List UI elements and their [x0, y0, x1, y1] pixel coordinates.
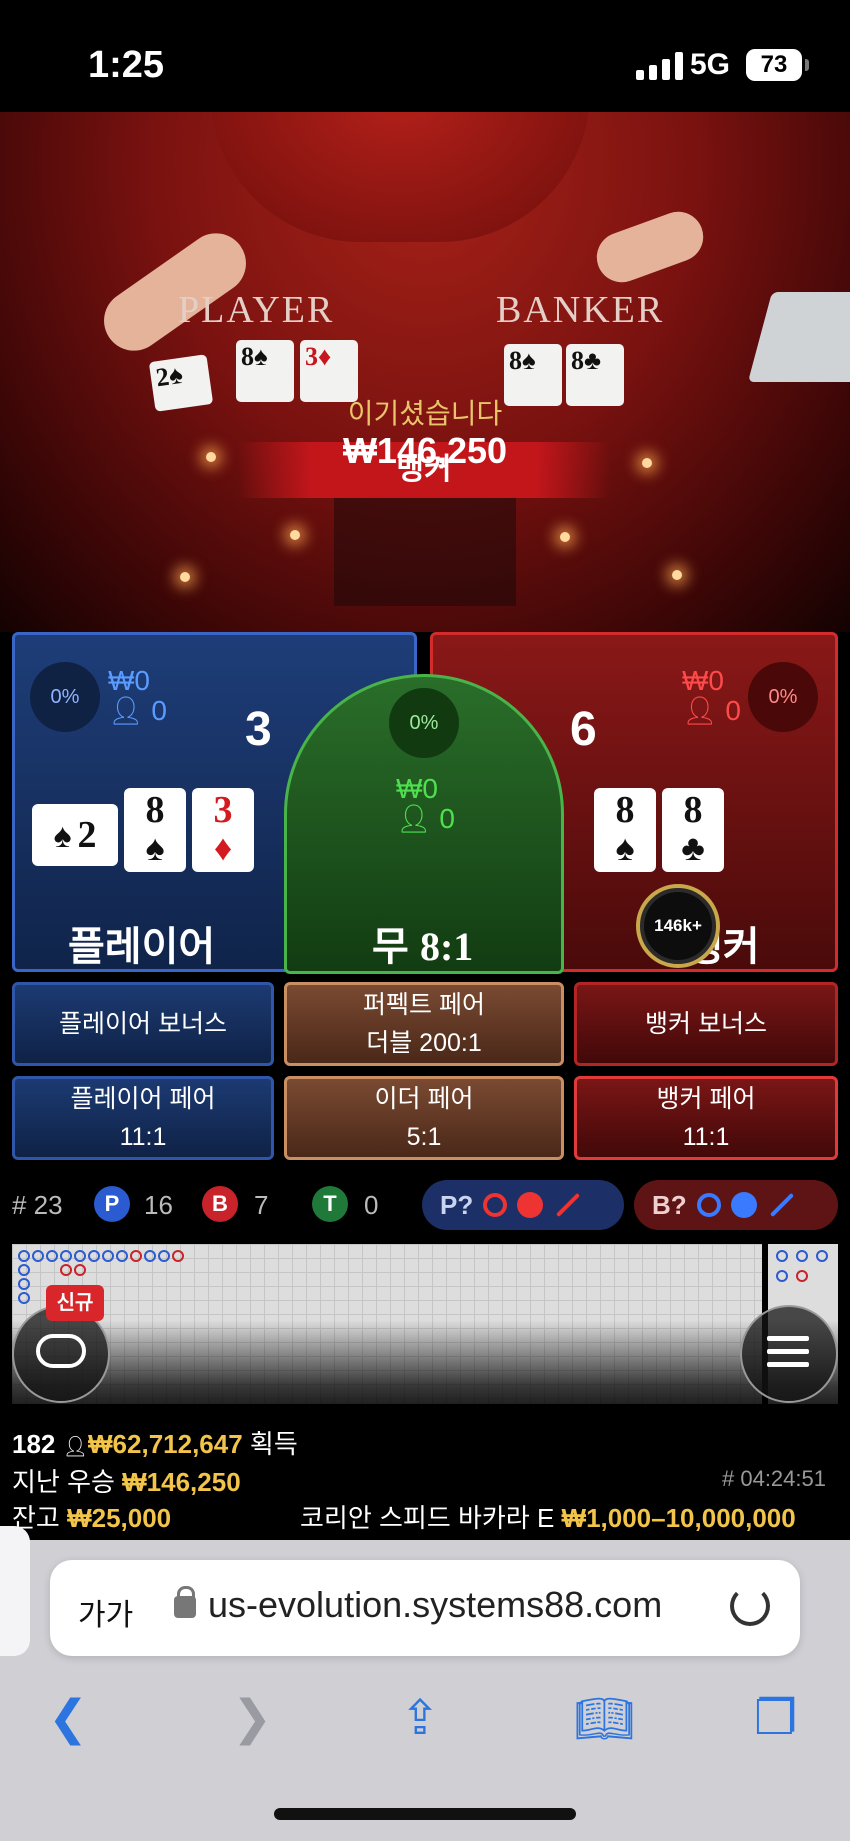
tabs-icon[interactable]: ❐	[754, 1690, 797, 1746]
betting-area: 0% ₩0 👤︎ 0 3 ♠ 2 8 ♠ 3 ♦ 플레이어 0% ₩0 👤︎ 0 6 …	[0, 632, 850, 1172]
banker-card: 8 ♠	[594, 788, 656, 872]
tie-count: 0	[364, 1190, 379, 1220]
back-icon[interactable]: ❮	[48, 1690, 88, 1746]
battery-icon: 73	[746, 49, 809, 81]
player-zone-label: 플레이어	[68, 925, 216, 969]
table-banker-label: BANKER	[496, 289, 665, 331]
big-eye-ring-icon	[696, 1193, 721, 1217]
banker-predict-button[interactable]: B?	[634, 1180, 838, 1230]
table-player-label: PLAYER	[178, 289, 335, 331]
perfect-pair-button[interactable]: 퍼펙트 페어 더블 200:1	[284, 982, 564, 1066]
forward-icon[interactable]: ❯	[232, 1690, 272, 1746]
either-pair-button[interactable]: 이더 페어 5:1	[284, 1076, 564, 1160]
address-bar[interactable]: 가가 us-evolution.systems88.com	[50, 1560, 800, 1656]
banker-pair-button[interactable]: 뱅커 페어 11:1	[574, 1076, 838, 1160]
card-shoe	[747, 292, 850, 382]
player-bonus-button[interactable]: 플레이어 보너스	[12, 982, 274, 1066]
player-wins: 16	[144, 1190, 173, 1220]
player-card: 8 ♠	[124, 788, 186, 872]
previous-tab[interactable]	[0, 1526, 30, 1656]
small-road-dot-icon	[517, 1192, 544, 1218]
banker-stats: ₩0 👤︎ 0	[682, 666, 741, 726]
browser-toolbar: ❮ ❯ ⇪ 📖︎ ❐	[0, 1680, 850, 1760]
clock: 1:25	[88, 44, 165, 86]
tie-badge: T	[312, 1186, 348, 1222]
reload-icon[interactable]	[730, 1586, 770, 1626]
player-stats: ₩0 👤︎ 0	[108, 666, 167, 726]
balance: ₩25,000	[67, 1503, 172, 1533]
last-win-line: 지난 우승 ₩146,250	[12, 1467, 241, 1497]
status-bar: 1:25 5G 73	[0, 0, 850, 112]
new-badge: 신규	[46, 1285, 104, 1321]
table-limits: ₩1,000–10,000,000	[561, 1503, 796, 1533]
banker-bonus-button[interactable]: 뱅커 보너스	[574, 982, 838, 1066]
share-icon[interactable]: ⇪	[400, 1690, 440, 1746]
big-eye-ring-icon	[483, 1193, 508, 1217]
last-win-amount: ₩146,250	[122, 1467, 241, 1497]
url-text: us-evolution.systems88.com	[208, 1584, 663, 1625]
player-pair-button[interactable]: 플레이어 페어 11:1	[12, 1076, 274, 1160]
tie-stake: ₩0	[396, 773, 438, 804]
won-label: 획득	[249, 1429, 298, 1459]
hand-number: # 23	[12, 1190, 63, 1220]
shoe-stats: # 23 P 16 B 7 T 0 P? B?	[0, 1172, 850, 1236]
player-bettors: 0	[151, 695, 167, 726]
table-info: 코리안 스피드 바카라 E ₩1,000–10,000,000	[300, 1498, 796, 1535]
winners-line: 182 👤︎₩62,712,647 획득	[12, 1424, 298, 1461]
total-won: ₩62,712,647	[88, 1429, 243, 1459]
banker-wins: 7	[254, 1190, 269, 1220]
players-count: 182	[12, 1429, 56, 1459]
person-icon: 👤︎	[62, 1436, 89, 1458]
balance-line: 잔고 ₩25,000	[12, 1503, 172, 1533]
tie-zone-label: 무 8:1	[372, 924, 474, 969]
menu-icon	[767, 1336, 809, 1375]
banker-badge: B	[202, 1186, 238, 1222]
bet-chip[interactable]: 146k+	[636, 884, 720, 968]
text-size-button[interactable]: 가가	[78, 1590, 133, 1634]
tie-stats: ₩0 👤︎ 0	[396, 774, 455, 834]
small-road-dot-icon	[730, 1192, 757, 1218]
banker-card: 8 ♣	[662, 788, 724, 872]
home-indicator	[274, 1808, 576, 1820]
player-card: ♠ 2	[32, 804, 118, 866]
live-video: PLAYER BANKER 2♠ 8♠ 3♦ 8♠ 8♣ 뱅커 이기셨습니다 ₩…	[0, 112, 850, 632]
player-percent: 0%	[30, 662, 100, 732]
player-stake: ₩0	[108, 665, 150, 696]
player-card: 3 ♦	[192, 788, 254, 872]
table-name: 코리안 스피드 바카라 E	[300, 1503, 555, 1533]
banker-bettors: 0	[725, 695, 741, 726]
person-icon: 👤︎	[108, 695, 144, 726]
tie-bettors: 0	[439, 803, 455, 834]
table-seat-icon	[36, 1334, 86, 1368]
tie-percent: 0%	[389, 688, 459, 758]
cockroach-slash-icon	[769, 1192, 794, 1218]
person-icon: 👤︎	[682, 695, 718, 726]
signal-icon	[636, 52, 683, 80]
cockroach-slash-icon	[556, 1192, 581, 1218]
lock-icon	[174, 1586, 196, 1618]
dealer	[210, 112, 590, 242]
bookmarks-icon[interactable]: 📖︎	[574, 1690, 635, 1747]
win-amount: ₩146,250	[342, 430, 508, 471]
network-type: 5G	[690, 48, 731, 81]
player-predict-button[interactable]: P?	[422, 1180, 624, 1230]
win-message: 이기셨습니다	[347, 398, 503, 429]
player-badge: P	[94, 1186, 130, 1222]
banker-score: 6	[570, 703, 597, 756]
banker-stake: ₩0	[682, 665, 724, 696]
round-id: # 04:24:51	[722, 1466, 826, 1491]
player-score: 3	[245, 703, 272, 756]
banker-percent: 0%	[748, 662, 818, 732]
person-icon: 👤︎	[396, 803, 432, 834]
